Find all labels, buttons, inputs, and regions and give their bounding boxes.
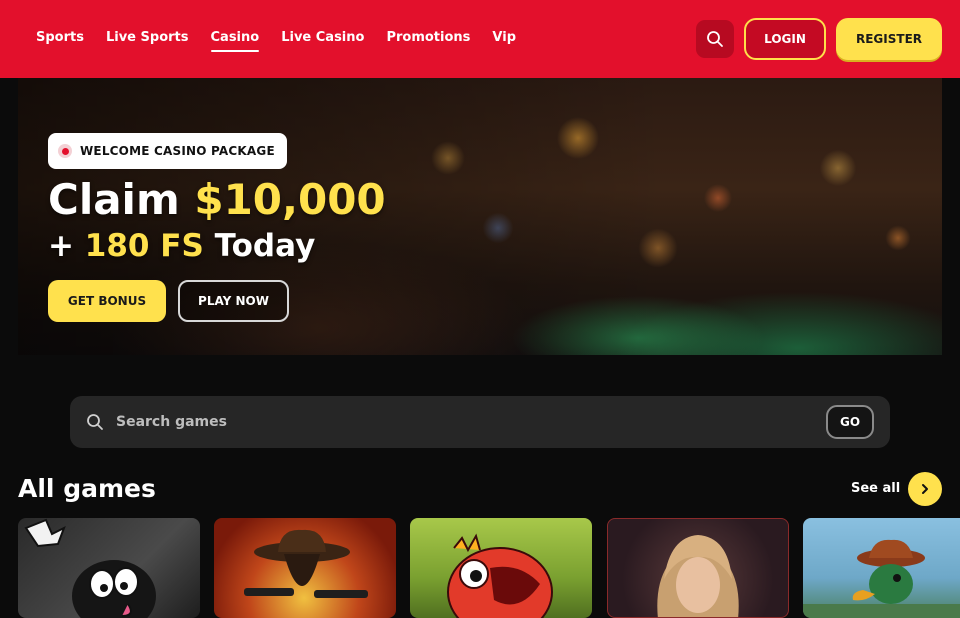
game-tile[interactable] (803, 518, 960, 618)
see-all-link[interactable]: See all (851, 481, 900, 496)
welcome-badge-label: WELCOME CASINO PACKAGE (80, 144, 275, 158)
duck-detective-artwork (803, 539, 960, 618)
main-nav: Sports Live Sports Casino Live Casino Pr… (36, 30, 516, 52)
warrior-woman-artwork (657, 535, 739, 617)
play-now-button[interactable]: PLAY NOW (178, 280, 289, 322)
cartoon-cat-artwork (24, 518, 156, 618)
headline-plus: + (48, 228, 85, 264)
game-tile[interactable] (18, 518, 200, 618)
game-search-input[interactable] (116, 406, 816, 438)
nav-promotions[interactable]: Promotions (386, 30, 470, 51)
search-icon (87, 414, 103, 430)
hero-headline-line1: Claim $10,000 (48, 176, 386, 224)
hero-banner: WELCOME CASINO PACKAGE Claim $10,000 + 1… (18, 78, 942, 355)
all-games-heading: All games (18, 474, 156, 503)
nav-casino[interactable]: Casino (210, 30, 259, 52)
get-bonus-button[interactable]: GET BONUS (48, 280, 166, 322)
game-search-bar: GO (70, 396, 890, 448)
headline-today: Today (203, 228, 316, 264)
nav-vip[interactable]: Vip (492, 30, 516, 51)
nav-live-sports[interactable]: Live Sports (106, 30, 189, 51)
search-icon (707, 31, 723, 47)
game-tile[interactable] (214, 518, 396, 618)
nav-live-casino[interactable]: Live Casino (281, 30, 364, 51)
cowboy-artwork (244, 529, 368, 598)
search-go-button[interactable]: GO (826, 405, 874, 439)
red-monster-artwork (447, 533, 553, 618)
welcome-badge: WELCOME CASINO PACKAGE (48, 133, 287, 169)
headline-amount: $10,000 (194, 175, 386, 224)
login-button[interactable]: LOGIN (744, 18, 826, 60)
game-tile[interactable] (607, 518, 789, 618)
top-navigation-bar: Sports Live Sports Casino Live Casino Pr… (0, 0, 960, 78)
hero-headline-line2: + 180 FS Today (48, 228, 315, 264)
game-tile[interactable] (410, 518, 592, 618)
see-all-arrow-button[interactable] (908, 472, 942, 506)
header-search-button[interactable] (696, 20, 734, 58)
chevron-right-icon (922, 484, 928, 494)
register-button[interactable]: REGISTER (836, 18, 942, 60)
headline-claim: Claim (48, 175, 195, 224)
headline-free-spins: 180 FS (84, 228, 204, 264)
nav-sports[interactable]: Sports (36, 30, 84, 51)
live-dot-icon (58, 144, 72, 158)
